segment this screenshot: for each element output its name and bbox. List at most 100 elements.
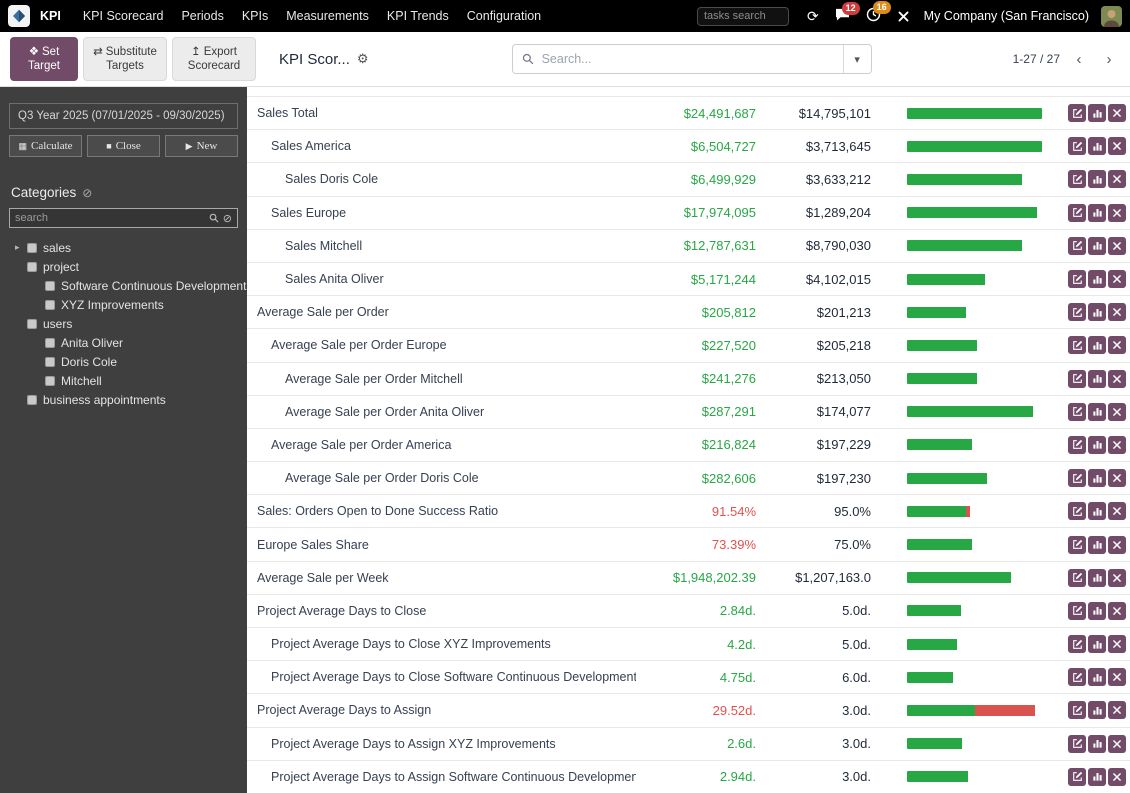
kpi-chart-button[interactable] bbox=[1088, 236, 1106, 255]
kpi-chart-button[interactable] bbox=[1088, 435, 1106, 454]
kpi-chart-button[interactable] bbox=[1088, 137, 1106, 156]
edit-kpi-button[interactable] bbox=[1068, 734, 1086, 753]
user-avatar[interactable] bbox=[1101, 5, 1122, 27]
category-checkbox[interactable] bbox=[45, 356, 55, 367]
edit-kpi-button[interactable] bbox=[1068, 535, 1086, 554]
edit-kpi-button[interactable] bbox=[1068, 170, 1086, 189]
edit-kpi-button[interactable] bbox=[1068, 435, 1086, 454]
edit-kpi-button[interactable] bbox=[1068, 336, 1086, 355]
kpi-row[interactable]: Sales Doris Cole $6,499,929 $3,633,212 bbox=[247, 163, 1130, 197]
kpi-chart-button[interactable] bbox=[1088, 568, 1106, 587]
remove-kpi-button[interactable] bbox=[1108, 104, 1126, 123]
nav-item-kpi-scorecard[interactable]: KPI Scorecard bbox=[75, 5, 172, 27]
category-checkbox[interactable] bbox=[45, 299, 55, 310]
remove-kpi-button[interactable] bbox=[1108, 767, 1126, 786]
category-tree-item[interactable]: ▸ Doris Cole bbox=[9, 352, 238, 371]
clear-categories-icon[interactable]: ⊘ bbox=[82, 186, 92, 200]
category-checkbox[interactable] bbox=[27, 394, 37, 405]
kpi-row[interactable]: Average Sale per Order Anita Oliver $287… bbox=[247, 396, 1130, 429]
edit-kpi-button[interactable] bbox=[1068, 635, 1086, 654]
edit-kpi-button[interactable] bbox=[1068, 270, 1086, 289]
tree-caret-icon[interactable]: ▸ bbox=[15, 242, 27, 253]
nav-item-kpis[interactable]: KPIs bbox=[234, 5, 276, 27]
set-target-button[interactable]: ❖ Set Target bbox=[10, 37, 78, 81]
kpi-row[interactable]: Project Average Days to Close XYZ Improv… bbox=[247, 628, 1130, 662]
kpi-row[interactable]: Sales Total $24,491,687 $14,795,101 bbox=[247, 97, 1130, 131]
kpi-row[interactable]: Sales Mitchell $12,787,631 $8,790,030 bbox=[247, 230, 1130, 263]
pager-prev-icon[interactable]: ‹ bbox=[1068, 47, 1090, 71]
category-checkbox[interactable] bbox=[27, 318, 37, 329]
calculate-button[interactable]: ▦ Calculate bbox=[9, 135, 82, 157]
kpi-row[interactable]: Europe Sales Share 73.39% 75.0% bbox=[247, 528, 1130, 562]
kpi-row[interactable]: Average Sale per Order Doris Cole $282,6… bbox=[247, 462, 1130, 496]
kpi-row[interactable]: Sales Europe $17,974,095 $1,289,204 bbox=[247, 197, 1130, 230]
remove-kpi-button[interactable] bbox=[1108, 402, 1126, 421]
nav-item-kpi-trends[interactable]: KPI Trends bbox=[379, 5, 457, 27]
category-tree-item[interactable]: ▸ sales bbox=[9, 238, 238, 257]
tools-icon[interactable] bbox=[897, 10, 910, 23]
edit-kpi-button[interactable] bbox=[1068, 137, 1086, 156]
edit-kpi-button[interactable] bbox=[1068, 601, 1086, 620]
remove-kpi-button[interactable] bbox=[1108, 435, 1126, 454]
remove-kpi-button[interactable] bbox=[1108, 303, 1126, 322]
kpi-row[interactable]: Project Average Days to Close Software C… bbox=[247, 661, 1130, 695]
category-checkbox[interactable] bbox=[45, 280, 55, 291]
category-tree-item[interactable]: ▸ Software Continuous Development bbox=[9, 276, 246, 295]
kpi-chart-button[interactable] bbox=[1088, 601, 1106, 620]
remove-kpi-button[interactable] bbox=[1108, 601, 1126, 620]
kpi-chart-button[interactable] bbox=[1088, 402, 1106, 421]
kpi-row[interactable]: Average Sale per Week $1,948,202.39 $1,2… bbox=[247, 562, 1130, 595]
remove-kpi-button[interactable] bbox=[1108, 336, 1126, 355]
category-tree-item[interactable]: ▸ users bbox=[9, 314, 238, 333]
kpi-row[interactable]: Sales Anita Oliver $5,171,244 $4,102,015 bbox=[247, 263, 1130, 297]
remove-kpi-button[interactable] bbox=[1108, 701, 1126, 720]
remove-kpi-button[interactable] bbox=[1108, 270, 1126, 289]
period-selector[interactable]: Q3 Year 2025 (07/01/2025 - 09/30/2025) bbox=[9, 103, 238, 129]
kpi-chart-button[interactable] bbox=[1088, 535, 1106, 554]
kpi-row[interactable]: Project Average Days to Assign Software … bbox=[247, 761, 1130, 793]
kpi-row[interactable]: Project Average Days to Assign XYZ Impro… bbox=[247, 728, 1130, 761]
edit-kpi-button[interactable] bbox=[1068, 568, 1086, 587]
export-scorecard-button[interactable]: ↥ Export Scorecard bbox=[172, 37, 256, 81]
kpi-chart-button[interactable] bbox=[1088, 767, 1106, 786]
edit-kpi-button[interactable] bbox=[1068, 402, 1086, 421]
activities-button[interactable]: 16 bbox=[866, 1, 891, 25]
nav-item-periods[interactable]: Periods bbox=[173, 5, 231, 27]
pager-next-icon[interactable]: › bbox=[1098, 47, 1120, 71]
category-tree-item[interactable]: ▸ XYZ Improvements bbox=[9, 295, 238, 314]
edit-kpi-button[interactable] bbox=[1068, 369, 1086, 388]
kpi-chart-button[interactable] bbox=[1088, 701, 1106, 720]
edit-kpi-button[interactable] bbox=[1068, 236, 1086, 255]
kpi-chart-button[interactable] bbox=[1088, 270, 1106, 289]
remove-kpi-button[interactable] bbox=[1108, 137, 1126, 156]
remove-kpi-button[interactable] bbox=[1108, 535, 1126, 554]
kpi-chart-button[interactable] bbox=[1088, 369, 1106, 388]
close-period-button[interactable]: ■ Close bbox=[87, 135, 160, 157]
kpi-chart-button[interactable] bbox=[1088, 170, 1106, 189]
kpi-chart-button[interactable] bbox=[1088, 734, 1106, 753]
kpi-row[interactable]: Project Average Days to Close 2.84d. 5.0… bbox=[247, 595, 1130, 628]
category-checkbox[interactable] bbox=[27, 242, 37, 253]
kpi-row[interactable]: Sales America $6,504,727 $3,713,645 bbox=[247, 130, 1130, 164]
category-search-input[interactable] bbox=[15, 212, 205, 224]
kpi-row[interactable]: Average Sale per Order America $216,824 … bbox=[247, 429, 1130, 463]
gear-icon[interactable]: ⚙ bbox=[357, 51, 369, 67]
edit-kpi-button[interactable] bbox=[1068, 668, 1086, 687]
remove-kpi-button[interactable] bbox=[1108, 469, 1126, 488]
tasks-search-input[interactable] bbox=[696, 6, 789, 26]
kpi-chart-button[interactable] bbox=[1088, 104, 1106, 123]
app-logo-icon[interactable] bbox=[8, 5, 30, 27]
kpi-row[interactable]: Average Sale per Order $205,812 $201,213 bbox=[247, 296, 1130, 330]
category-search-clear-icon[interactable]: ⊘ bbox=[223, 212, 232, 225]
edit-kpi-button[interactable] bbox=[1068, 303, 1086, 322]
remove-kpi-button[interactable] bbox=[1108, 734, 1126, 753]
sync-icon[interactable]: ⟳ bbox=[807, 8, 819, 25]
kpi-chart-button[interactable] bbox=[1088, 336, 1106, 355]
category-tree-item[interactable]: ▸ project bbox=[9, 257, 238, 276]
remove-kpi-button[interactable] bbox=[1108, 170, 1126, 189]
remove-kpi-button[interactable] bbox=[1108, 668, 1126, 687]
messages-button[interactable]: 12 bbox=[835, 2, 860, 24]
kpi-chart-button[interactable] bbox=[1088, 303, 1106, 322]
edit-kpi-button[interactable] bbox=[1068, 104, 1086, 123]
kpi-chart-button[interactable] bbox=[1088, 203, 1106, 222]
